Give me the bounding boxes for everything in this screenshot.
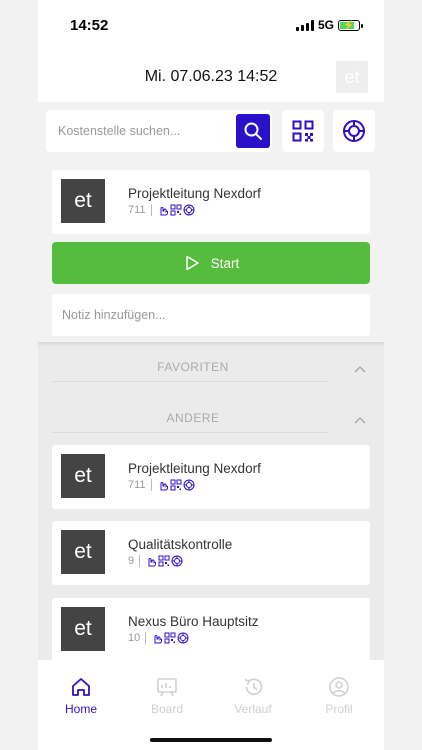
list-item[interactable]: et Nexus Büro Hauptsitz 10	[52, 598, 370, 660]
tab-label: Profil	[325, 702, 353, 716]
list-item[interactable]: et Projektleitung Nexdorf 711	[52, 445, 370, 509]
cost-center-logo: et	[61, 454, 105, 498]
cost-center-logo: et	[61, 530, 105, 574]
cost-center-number: 9	[128, 555, 135, 567]
tab-label: Verlauf	[234, 702, 272, 716]
qr-code-icon	[170, 204, 182, 216]
cost-center-meta: 711	[128, 479, 195, 491]
signal-icon	[295, 19, 314, 31]
history-icon	[244, 678, 263, 696]
tap-icon	[160, 207, 168, 216]
tab-label: Board	[150, 702, 184, 716]
qr-code-icon	[158, 555, 170, 567]
status-time: 14:52	[70, 17, 109, 34]
booking-methods	[145, 555, 183, 567]
cost-center-name: Projektleitung Nexdorf	[128, 186, 261, 201]
booking-panel: et Projektleitung Nexdorf 711 Start	[38, 102, 384, 344]
tab-label: Home	[64, 702, 97, 716]
cost-center-name: Nexus Büro Hauptsitz	[128, 614, 259, 629]
favorites-header[interactable]: FAVORITEN	[38, 351, 384, 387]
network-label: 5G	[317, 18, 334, 32]
profile-icon	[329, 677, 349, 697]
play-icon	[185, 255, 199, 271]
selected-cost-center[interactable]: et Projektleitung Nexdorf 711	[52, 170, 370, 234]
tap-icon	[154, 635, 163, 644]
cost-center-list: FAVORITEN ANDERE et Projektleitung Nexdo…	[38, 347, 384, 660]
booking-methods	[157, 479, 195, 491]
search-icon	[244, 122, 262, 140]
cost-center-logo: et	[61, 607, 105, 651]
note-input[interactable]	[52, 294, 370, 336]
search-input[interactable]	[46, 110, 226, 152]
other-title: ANDERE	[166, 411, 220, 425]
tab-profile[interactable]: Profil	[296, 676, 382, 718]
home-icon	[72, 678, 90, 696]
cost-center-number: 711	[128, 204, 146, 216]
cost-center-number: 10	[128, 632, 141, 644]
nfc-scan-button[interactable]	[333, 110, 375, 152]
nfc-tag-icon	[183, 479, 195, 491]
tab-board[interactable]: Board	[124, 676, 210, 718]
other-header[interactable]: ANDERE	[38, 402, 384, 438]
nfc-tag-icon	[171, 555, 183, 567]
booking-methods	[157, 204, 195, 216]
note-field	[52, 294, 370, 336]
qr-code-icon	[164, 632, 176, 644]
tap-icon	[148, 558, 157, 567]
tab-history[interactable]: Verlauf	[210, 676, 296, 718]
cost-center-number: 711	[128, 479, 146, 491]
start-label: Start	[210, 255, 240, 271]
search-button[interactable]	[236, 114, 270, 148]
nfc-tag-icon	[183, 204, 195, 216]
list-item[interactable]: et Qualitätskontrolle 9	[52, 521, 370, 585]
cost-center-meta: 9	[128, 555, 183, 567]
cost-center-name: Qualitätskontrolle	[128, 537, 233, 552]
chevron-up-icon[interactable]	[354, 365, 366, 373]
battery-icon: ⚡	[338, 19, 363, 31]
start-button[interactable]: Start	[52, 242, 370, 284]
home-indicator	[150, 738, 272, 742]
nfc-tag-icon	[177, 632, 189, 644]
app-screen: 14:52 5G ⚡ Mi. 07.06.23 14:52 et Kostens…	[38, 0, 384, 750]
favorites-title: FAVORITEN	[157, 360, 229, 374]
nfc-tag-icon	[343, 120, 365, 142]
cost-center-name: Projektleitung Nexdorf	[128, 461, 261, 476]
booking-methods	[151, 632, 189, 644]
chevron-up-icon[interactable]	[354, 416, 366, 424]
app-header: Mi. 07.06.23 14:52 et	[38, 52, 384, 102]
status-indicators: 5G ⚡	[295, 18, 363, 32]
cost-center-meta: 711	[128, 204, 195, 216]
qr-scan-button[interactable]	[282, 110, 324, 152]
qr-code-icon	[292, 120, 314, 142]
status-bar: 14:52 5G ⚡	[38, 0, 384, 52]
tap-icon	[160, 482, 168, 491]
tab-home[interactable]: Home	[38, 676, 124, 718]
cost-center-meta: 10	[128, 632, 189, 644]
cost-center-logo: et	[61, 179, 105, 223]
company-avatar[interactable]: et	[336, 61, 368, 93]
tab-bar: Home Board Verlauf Profil	[38, 660, 384, 750]
page-title: Mi. 07.06.23 14:52	[144, 68, 278, 85]
qr-code-icon	[170, 479, 182, 491]
board-icon	[157, 678, 177, 697]
search-box	[46, 110, 272, 152]
